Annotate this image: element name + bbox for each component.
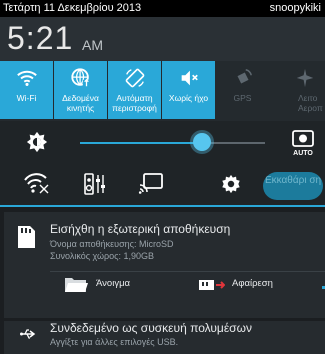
quick-settings-row: Wi-Fi Δεδομένα κινητής Αυτόματη περιστρο…	[0, 61, 325, 121]
clock-ampm: AM	[82, 37, 103, 53]
tile-mobile-data[interactable]: Δεδομένα κινητής	[54, 61, 107, 119]
folder-icon	[65, 278, 88, 292]
storage-name: Όνομα αποθήκευσης: MicroSD	[50, 239, 174, 249]
usb-icon	[20, 329, 36, 339]
tile-label: Wi-Fi	[16, 93, 37, 103]
gps-icon	[237, 69, 252, 84]
tile-wifi[interactable]: Wi-Fi	[0, 61, 53, 119]
sd-card-icon	[18, 226, 35, 248]
gear-icon[interactable]	[218, 173, 244, 195]
clock-time: 5:21	[7, 20, 74, 56]
mute-icon	[181, 70, 198, 86]
tile-rotate[interactable]: Αυτόματη περιστροφή	[108, 61, 161, 119]
clear-label: Εκκαθάρι ση	[264, 175, 322, 186]
storage-notification[interactable]: Εισήχθη η εξωτερική αποθήκευση Όνομα απο…	[4, 212, 325, 318]
storage-title: Εισήχθη η εξωτερική αποθήκευση	[50, 222, 231, 236]
tile-mute[interactable]: Χωρίς ήχο	[162, 61, 215, 119]
status-user: snoopykiki	[269, 2, 321, 14]
brightness-thumb[interactable]	[193, 133, 212, 151]
divider	[50, 271, 325, 272]
remove-action[interactable]: Αφαίρεση	[232, 278, 273, 289]
status-date: Τετάρτη 11 Δεκεμβρίου 2013	[3, 2, 142, 14]
toggles-row: Εκκαθάρι ση	[0, 163, 325, 207]
wifi-icon	[16, 70, 37, 86]
equalizer-icon[interactable]	[82, 173, 108, 195]
auto-label: AUTO	[293, 150, 313, 157]
eject-sd-icon	[199, 280, 225, 290]
auto-brightness-button[interactable]: AUTO	[290, 129, 316, 157]
screen-cast-icon[interactable]	[138, 173, 164, 195]
tile-label: Αυτόματη περιστροφή	[112, 93, 157, 113]
clear-notifications-button[interactable]: Εκκαθάρι ση	[263, 172, 323, 200]
mobile-data-icon	[70, 68, 91, 88]
brightness-row: AUTO	[0, 121, 325, 163]
rotate-icon	[125, 68, 144, 88]
brightness-icon	[26, 131, 48, 153]
brightness-fill	[80, 142, 203, 144]
clock-header: 5:21 AM	[0, 17, 325, 61]
brightness-slider[interactable]	[80, 133, 265, 151]
usb-notification[interactable]: Συνδεδεμένο ως συσκευή πολυμέσων Αγγίξτε…	[4, 321, 325, 354]
tile-label: GPS	[233, 93, 252, 103]
tile-gps[interactable]: GPS	[216, 61, 269, 119]
status-bar: Τετάρτη 11 Δεκεμβρίου 2013 snoopykiki	[0, 0, 325, 17]
wifi-settings-icon[interactable]	[24, 173, 50, 195]
tile-label: Χωρίς ήχο	[168, 93, 209, 103]
tile-label: Λειτο Αεροπ	[298, 93, 323, 113]
usb-title: Συνδεδεμένο ως συσκευή πολυμέσων	[50, 321, 252, 335]
tile-airplane[interactable]: Λειτο Αεροπ	[270, 61, 325, 119]
airplane-icon	[296, 68, 314, 88]
tile-label: Δεδομένα κινητής	[62, 93, 99, 113]
open-action[interactable]: Άνοιγμα	[96, 278, 130, 289]
storage-size: Συνολικός χώρος: 1,90GB	[50, 251, 155, 261]
usb-subtitle: Αγγίξτε για άλλες επιλογές USB.	[50, 337, 179, 347]
